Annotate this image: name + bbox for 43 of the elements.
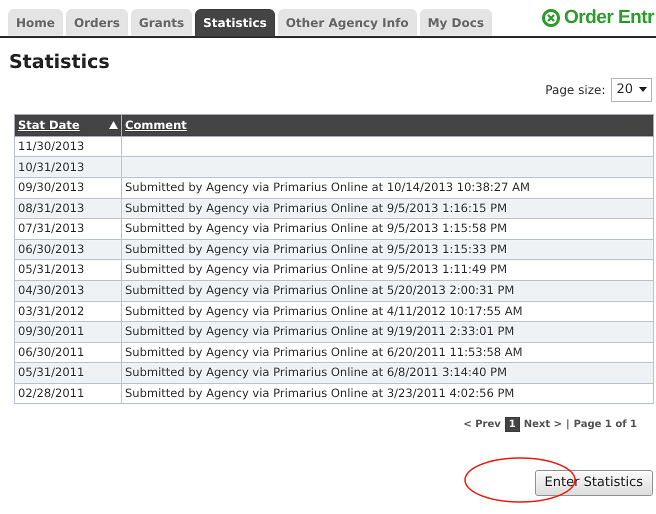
nav-tab[interactable]: Other Agency Info [278,8,417,36]
app-title: Order Entr [564,6,654,30]
next-link[interactable]: Next > [524,417,562,432]
table-cell: Submitted by Agency via Primarius Online at 4/11/2012 10:17:55 AM [125,304,523,318]
column-header-link[interactable]: Comment [125,116,187,134]
table-cell: 09/30/2013 [18,180,84,194]
table-cell: 06/30/2011 [18,344,84,359]
table-cell: Submitted by Agency via Primarius Online at 6/20/2011 11:53:58 AM [125,344,523,359]
table-cell: Submitted by Agency via Primarius Online at 9/5/2013 1:16:15 PM [125,200,507,215]
table-cell: 10/31/2013 [18,160,84,174]
page-heading: Statistics [9,50,110,74]
caret-icon [639,87,647,92]
table-cell: Submitted by Agency via Primarius Online at 5/20/2013 2:00:31 PM [125,283,514,298]
table-cell: 02/28/2011 [18,386,84,400]
table-cell: Submitted by Agency via Primarius Online at 9/5/2013 1:15:33 PM [125,242,507,256]
nav-tab[interactable]: Orders [66,8,128,36]
table-cell: Submitted by Agency via Primarius Online at 9/5/2013 1:15:58 PM [125,221,507,236]
table-cell: Submitted by Agency via Primarius Online at 10/14/2013 10:38:27 AM [125,180,530,194]
table-cell: 11/30/2013 [18,138,84,153]
table-cell: 07/31/2013 [18,221,84,236]
nav-tab[interactable]: Statistics [195,8,275,36]
page-summary: Page 1 of 1 [574,418,637,432]
table-cell: 09/30/2011 [18,324,84,338]
prev-link[interactable]: < Prev [463,417,501,432]
close-circle-icon [540,8,561,28]
page-size-label: Page size: [545,82,606,99]
separator: | [566,418,570,432]
nav-tab[interactable]: My Docs [420,8,492,36]
table-cell: 03/31/2012 [18,304,84,318]
page-size-dropdown[interactable]: 20 [611,78,652,102]
table-cell: Submitted by Agency via Primarius Online at 9/19/2011 2:33:01 PM [125,324,514,338]
table-cell: 05/31/2011 [18,365,84,380]
page-number[interactable]: 1 [504,417,520,432]
table-cell: 04/30/2013 [18,283,84,298]
table-cell: Submitted by Agency via Primarius Online at 3/23/2011 4:02:56 PM [125,386,514,400]
nav-tab[interactable]: Grants [130,8,192,36]
table-cell: 06/30/2013 [18,242,84,256]
table-cell: 05/31/2013 [18,262,84,276]
table-cell: Submitted by Agency via Primarius Online at 9/5/2013 1:11:49 PM [125,262,507,276]
table-cell: 08/31/2013 [18,200,84,215]
nav-tab[interactable]: Home [8,8,63,36]
sort-up-icon [109,121,118,130]
table-cell: Submitted by Agency via Primarius Online at 6/8/2011 3:14:40 PM [125,365,507,380]
